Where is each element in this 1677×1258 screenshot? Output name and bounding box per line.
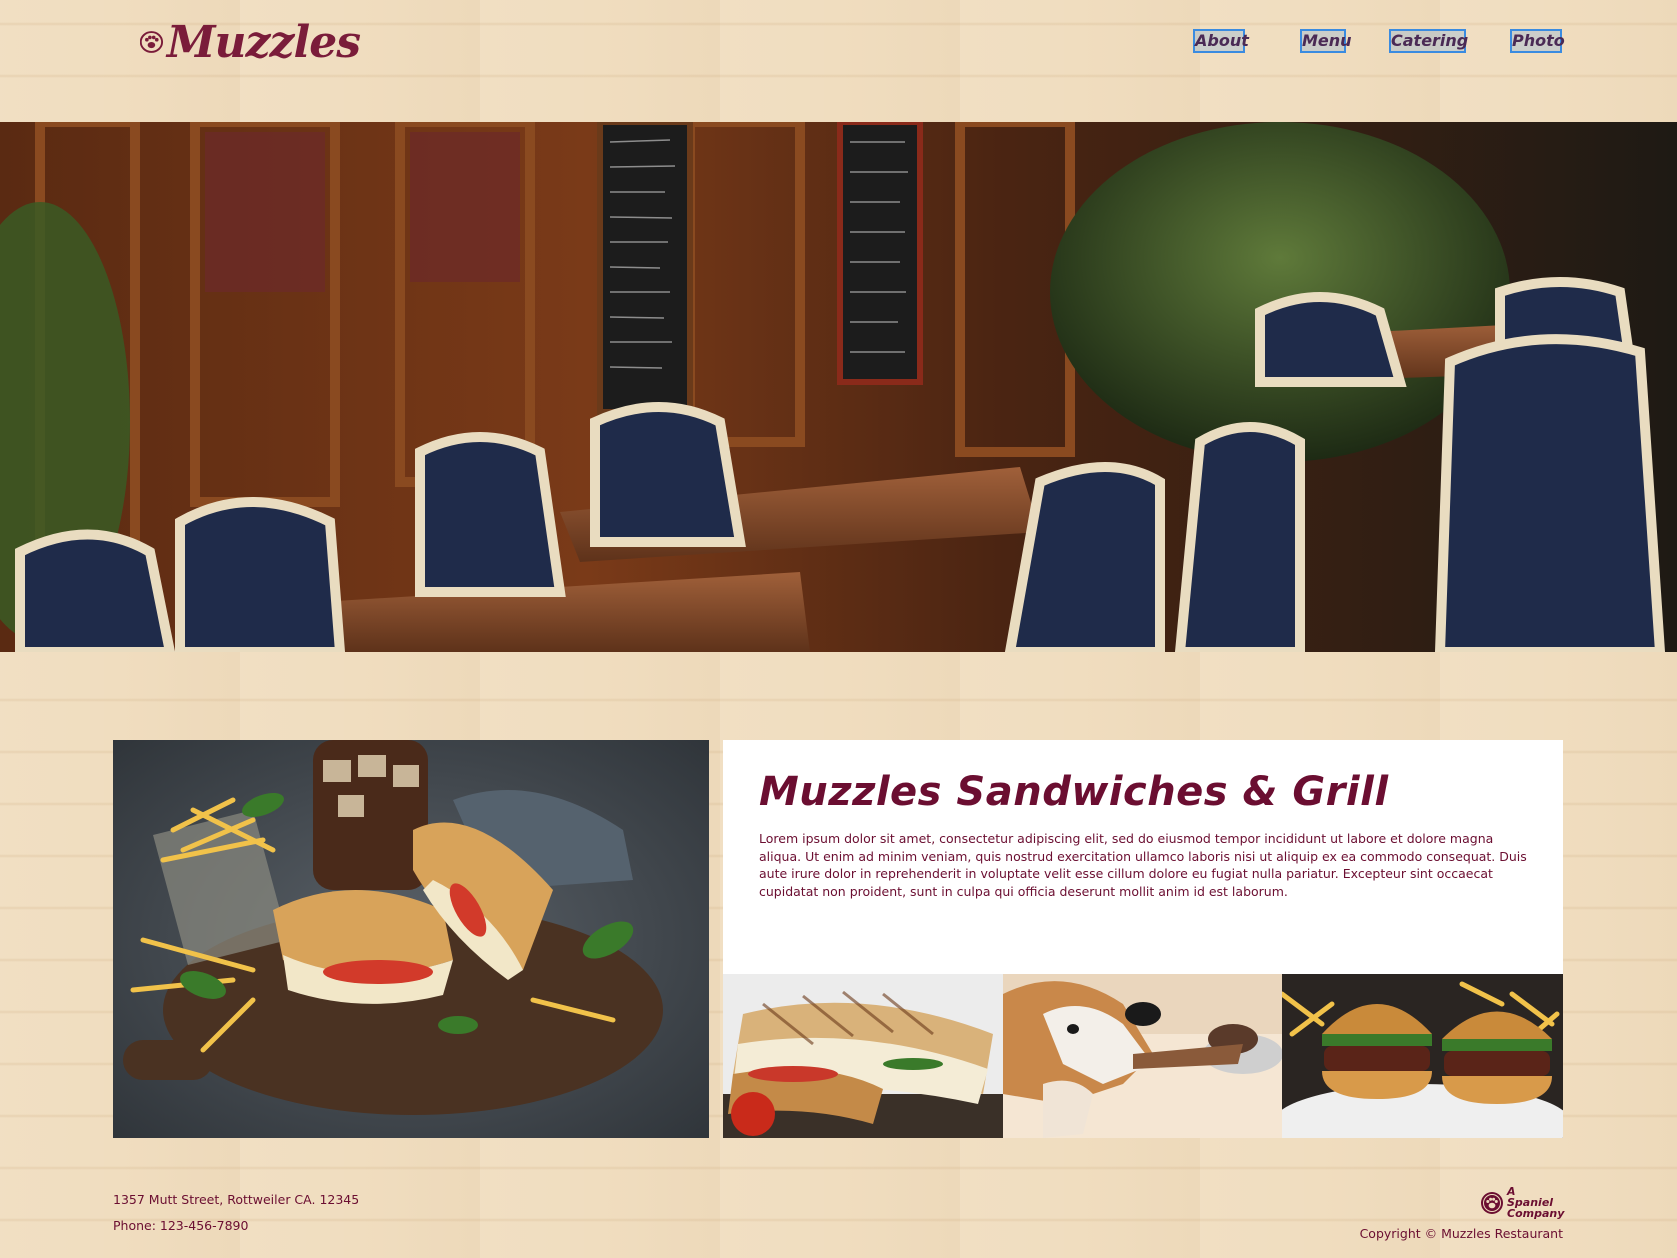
- panini-thumbnail[interactable]: [723, 974, 1003, 1138]
- nav-about[interactable]: About: [1193, 29, 1249, 53]
- burgers-thumbnail[interactable]: [1282, 974, 1563, 1138]
- beagle-thumbnail[interactable]: [1003, 974, 1282, 1138]
- footer-contact: 1357 Mutt Street, Rottweiler CA. 12345 P…: [113, 1191, 359, 1234]
- spaniel-badge: A Spaniel Company: [1360, 1185, 1565, 1220]
- footer-phone: Phone: 123-456-7890: [113, 1218, 249, 1233]
- footer-legal: A Spaniel Company Copyright © Muzzles Re…: [1359, 1185, 1565, 1242]
- hero-image: [0, 122, 1677, 652]
- about-panel: Muzzles Sandwiches & Grill Lorem ipsum d…: [723, 740, 1563, 974]
- nav-menu[interactable]: Menu: [1300, 29, 1352, 53]
- brand-logo[interactable]: Muzzles: [140, 12, 361, 72]
- main-heading: Muzzles Sandwiches & Grill: [759, 769, 1389, 815]
- sandwich-platter-image: [113, 740, 709, 1138]
- footer-copyright: Copyright © Muzzles Restaurant: [1359, 1226, 1563, 1241]
- footer-address: 1357 Mutt Street, Rottweiler CA. 12345: [113, 1192, 360, 1207]
- main-description: Lorem ipsum dolor sit amet, consectetur …: [759, 831, 1527, 899]
- nav-photo[interactable]: Photo: [1510, 29, 1565, 53]
- paw-icon: [140, 31, 163, 53]
- brand-name: Muzzles: [166, 16, 361, 68]
- spaniel-badge-text: A Spaniel Company: [1507, 1185, 1565, 1220]
- paw-badge-icon: [1481, 1191, 1503, 1214]
- nav-catering[interactable]: Catering: [1389, 29, 1468, 53]
